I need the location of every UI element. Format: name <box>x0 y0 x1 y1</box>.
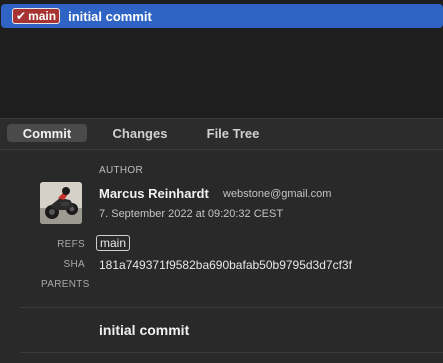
motorcycle-photo-icon <box>40 182 82 224</box>
commit-row-selected[interactable]: ✔ main initial commit <box>1 4 443 28</box>
commit-full-message: initial commit <box>99 322 190 338</box>
commit-detail-pane: Commit Changes File Tree AUTHOR Marcus R… <box>0 118 443 363</box>
parents-label: PARENTS <box>41 279 90 290</box>
tab-commit[interactable]: Commit <box>7 124 87 142</box>
commit-row-message: initial commit <box>68 8 152 24</box>
commit-list: ✔ main initial commit <box>0 0 443 118</box>
ref-badge-main[interactable]: main <box>96 235 131 251</box>
divider <box>20 352 443 353</box>
tab-changes[interactable]: Changes <box>100 124 180 142</box>
checkmark-icon: ✔ <box>16 9 27 23</box>
author-email[interactable]: webstone@gmail.com <box>223 188 331 200</box>
divider <box>20 307 443 308</box>
author-caption: AUTHOR <box>99 165 144 176</box>
author-name: Marcus Reinhardt <box>99 186 209 201</box>
tab-file-tree[interactable]: File Tree <box>193 124 273 142</box>
branch-badge-label: main <box>28 9 57 23</box>
commit-date: 7. September 2022 at 09:20:32 CEST <box>99 208 284 220</box>
detail-tab-bar: Commit Changes File Tree <box>0 119 443 150</box>
refs-label: REFS <box>57 239 85 250</box>
sha-value[interactable]: 181a749371f9582ba690bafab50b9795d3d7cf3f <box>99 258 352 272</box>
branch-badge-main[interactable]: ✔ main <box>12 8 61 24</box>
avatar <box>40 182 82 224</box>
sha-label: SHA <box>63 259 85 270</box>
